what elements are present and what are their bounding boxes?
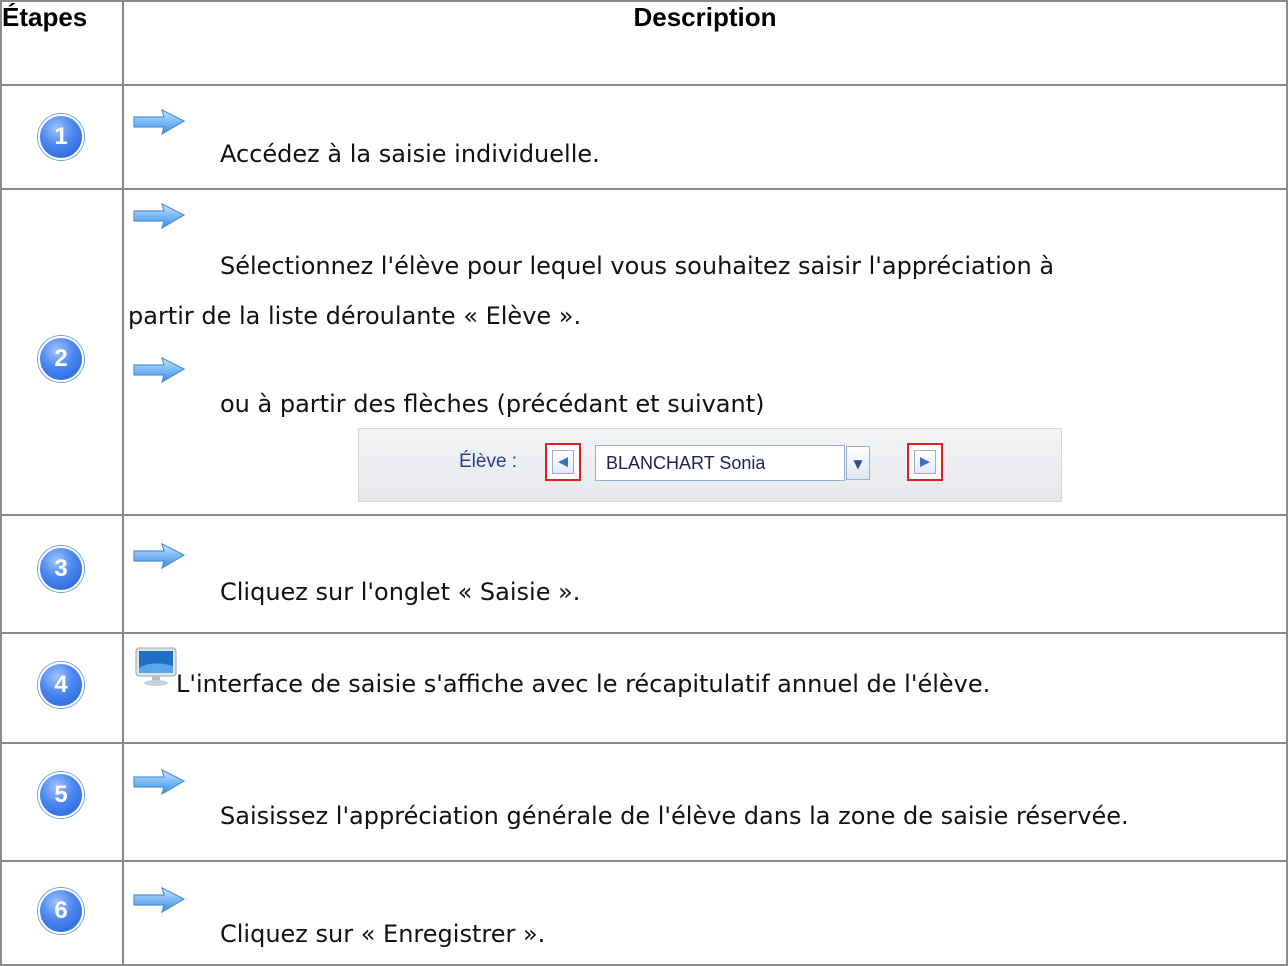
description-cell: L'interface de saisie s'affiche avec le …: [122, 632, 1288, 744]
description-cell: Sélectionnez l'élève pour lequel vous so…: [122, 188, 1288, 516]
description-cell: Cliquez sur « Enregistrer ».: [122, 860, 1288, 966]
chevron-right-icon: ▶: [920, 454, 930, 470]
step-text: partir de la liste déroulante « Elève ».: [128, 302, 582, 330]
step-cell: 2: [0, 188, 124, 516]
chevron-left-icon: ◀: [558, 454, 568, 470]
step-text: L'interface de saisie s'affiche avec le …: [176, 670, 991, 698]
header-description: Description: [122, 0, 1288, 86]
arrow-icon: [132, 542, 186, 570]
table-row: 2 Sélectionnez l'élève pour lequel vous …: [0, 188, 1288, 516]
arrow-icon: [132, 356, 186, 384]
table-row: 4 L'interface de saisie s'affiche avec l…: [0, 632, 1288, 744]
description-cell: Accédez à la saisie individuelle.: [122, 84, 1288, 190]
arrow-icon: [132, 886, 186, 914]
step-text: Cliquez sur l'onglet « Saisie ».: [220, 578, 581, 606]
chevron-down-icon[interactable]: ▼: [846, 446, 870, 480]
step-text: Cliquez sur « Enregistrer ».: [220, 920, 546, 948]
step-cell: 6: [0, 860, 124, 966]
table-row: 3 Cliquez sur l'onglet « Saisie ».: [0, 514, 1288, 634]
arrow-icon: [132, 108, 186, 136]
step-cell: 5: [0, 742, 124, 862]
table-row: 6 Cliquez sur « Enregistrer ».: [0, 860, 1288, 966]
steps-table: Étapes Description 1 Accédez à la saisie…: [0, 0, 1288, 966]
table-row: 1 Accédez à la saisie individuelle.: [0, 84, 1288, 190]
step-cell: 1: [0, 84, 124, 190]
number-badge-icon: 3: [38, 546, 84, 592]
arrow-icon: [132, 202, 186, 230]
table-row: 5 Saisissez l'appréciation générale de l…: [0, 742, 1288, 862]
student-label: Élève :: [459, 451, 518, 472]
description-cell: Saisissez l'appréciation générale de l'é…: [122, 742, 1288, 862]
number-badge-icon: 6: [38, 888, 84, 934]
monitor-icon: [135, 647, 177, 686]
number-badge-icon: 1: [38, 114, 84, 160]
next-student-button[interactable]: ▶: [907, 443, 943, 481]
step-text: Sélectionnez l'élève pour lequel vous so…: [220, 252, 1055, 280]
description-cell: Cliquez sur l'onglet « Saisie ».: [122, 514, 1288, 634]
step-text: Saisissez l'appréciation générale de l'é…: [220, 802, 1129, 830]
step-cell: 4: [0, 632, 124, 744]
number-badge-icon: 2: [38, 336, 84, 382]
arrow-icon: [132, 768, 186, 796]
student-select-value: BLANCHART Sonia: [606, 453, 766, 473]
number-badge-icon: 4: [38, 662, 84, 708]
step-text: Accédez à la saisie individuelle.: [220, 140, 600, 168]
student-select[interactable]: BLANCHART Sonia ▼: [595, 445, 870, 481]
student-selector: Élève : ◀ BLANCHART Sonia ▼ ▶: [358, 428, 1062, 502]
step-text: ou à partir des flèches (précédant et su…: [220, 390, 765, 418]
previous-student-button[interactable]: ◀: [545, 443, 581, 481]
number-badge-icon: 5: [38, 772, 84, 818]
step-cell: 3: [0, 514, 124, 634]
header-steps: Étapes: [0, 0, 124, 86]
